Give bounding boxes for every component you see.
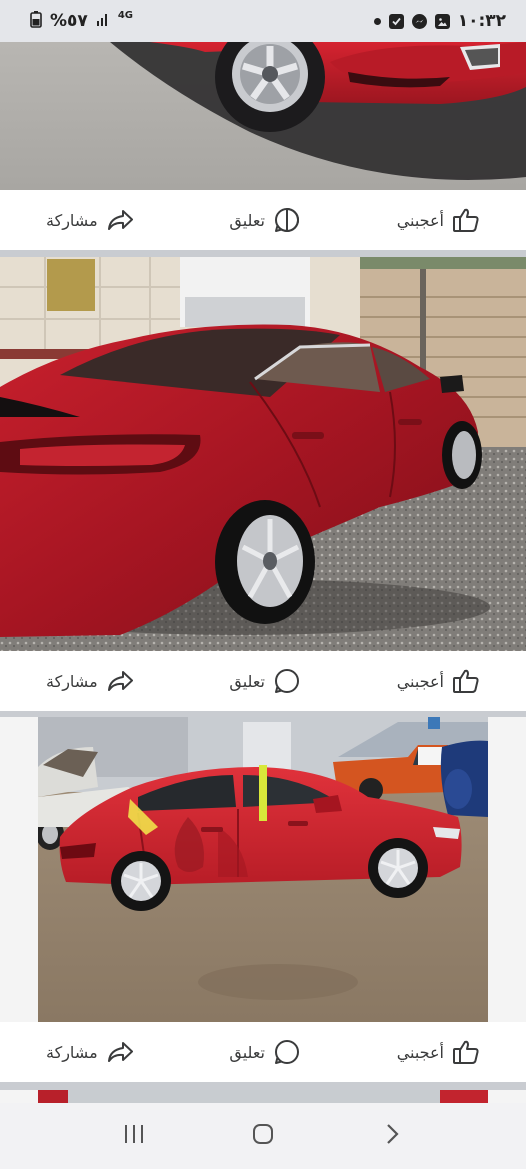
post-photo[interactable]	[0, 42, 526, 190]
share-icon	[106, 669, 134, 693]
comment-icon	[273, 667, 301, 695]
comment-button[interactable]: تعليق	[229, 206, 301, 234]
battery-percent: %٥٧	[50, 11, 88, 31]
recent-apps-icon	[122, 1123, 146, 1149]
share-button[interactable]: مشاركة	[46, 1040, 134, 1064]
system-nav-bar	[0, 1103, 526, 1169]
like-button[interactable]: أعجبني	[397, 668, 480, 694]
like-label: أعجبني	[396, 671, 444, 691]
post-actions: مشاركة تعليق أعجبني	[0, 651, 526, 711]
status-left: %٥٧ 4G	[30, 10, 133, 32]
like-button[interactable]: أعجبني	[397, 1039, 480, 1065]
comment-label: تعليق	[229, 671, 265, 691]
chevron-right-icon	[384, 1122, 400, 1150]
home-icon	[251, 1122, 275, 1150]
next-post-peek	[0, 1090, 526, 1103]
comment-icon	[273, 1038, 301, 1066]
post-separator	[0, 250, 526, 257]
clock: ١٠:٣٢	[457, 11, 506, 31]
share-button[interactable]: مشاركة	[46, 208, 134, 232]
gallery-icon	[434, 13, 450, 29]
share-label: مشاركة	[46, 671, 98, 691]
thumbs-up-icon	[452, 207, 480, 233]
post-photo[interactable]	[0, 257, 526, 651]
home-button[interactable]	[243, 1116, 283, 1156]
messenger-icon	[411, 13, 427, 29]
post-photo-frame	[0, 717, 526, 1022]
post-actions: مشاركة تعليق أعجبني	[0, 190, 526, 250]
thumbs-up-icon	[452, 668, 480, 694]
recent-apps-button[interactable]	[114, 1116, 154, 1156]
signal-icon	[96, 12, 110, 31]
comment-icon	[273, 206, 301, 234]
share-label: مشاركة	[46, 1042, 98, 1062]
thumbs-up-icon	[452, 1039, 480, 1065]
battery-icon	[30, 10, 42, 32]
comment-label: تعليق	[229, 1042, 265, 1062]
checkbox-icon	[388, 13, 404, 29]
status-right: ١٠:٣٢	[373, 11, 506, 31]
like-label: أعجبني	[396, 1042, 444, 1062]
comment-button[interactable]: تعليق	[229, 1038, 301, 1066]
share-label: مشاركة	[46, 210, 98, 230]
share-icon	[106, 1040, 134, 1064]
like-button[interactable]: أعجبني	[397, 207, 480, 233]
back-button[interactable]	[372, 1116, 412, 1156]
dot-icon	[373, 17, 381, 25]
share-button[interactable]: مشاركة	[46, 669, 134, 693]
share-icon	[106, 208, 134, 232]
comment-label: تعليق	[229, 210, 265, 230]
like-label: أعجبني	[396, 210, 444, 230]
comment-button[interactable]: تعليق	[229, 667, 301, 695]
status-bar: %٥٧ 4G ١٠:٣٢	[0, 0, 526, 42]
post-separator	[0, 1082, 526, 1090]
post-actions: مشاركة تعليق أعجبني	[0, 1022, 526, 1082]
network-type: 4G	[117, 10, 133, 21]
post-photo[interactable]	[38, 717, 488, 1022]
